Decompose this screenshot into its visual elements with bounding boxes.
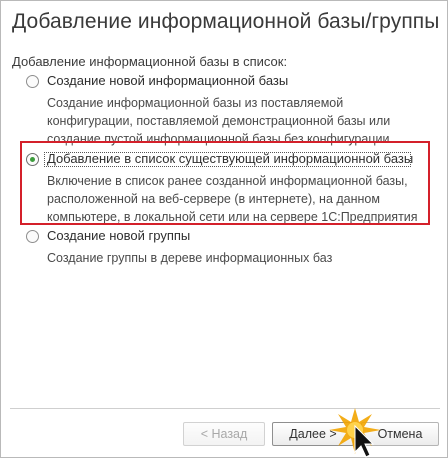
back-button[interactable]: < Назад <box>183 422 265 446</box>
option-description-line: компьютере, в локальной сети или на серв… <box>47 210 418 224</box>
option-description-line: конфигурации, поставляемой демонстрацион… <box>47 114 391 128</box>
radio-create-new-infobase[interactable] <box>26 75 39 88</box>
section-label: Добавление информационной базы в список: <box>12 54 288 69</box>
dialog-title: Добавление информационной базы/группы <box>12 10 440 33</box>
option-description-line: Включение в список ранее созданной инфор… <box>47 174 408 188</box>
dialog-window: Добавление информационной базы/группы До… <box>0 0 448 458</box>
radio-create-group[interactable] <box>26 230 39 243</box>
option-description-line: создание пустой информационной базы без … <box>47 132 390 146</box>
option-description-line: Создание информационной базы из поставля… <box>47 96 344 110</box>
mouse-cursor-icon <box>329 408 381 458</box>
option-label[interactable]: Создание новой группы <box>47 228 190 243</box>
option-description-line: расположенной на веб-сервере (в интернет… <box>47 192 380 206</box>
option-label[interactable]: Добавление в список существующей информа… <box>47 151 413 166</box>
option-label[interactable]: Создание новой информационной базы <box>47 73 288 88</box>
option-description-line: Создание группы в дереве информационных … <box>47 251 333 265</box>
radio-add-existing-infobase[interactable] <box>26 153 39 166</box>
